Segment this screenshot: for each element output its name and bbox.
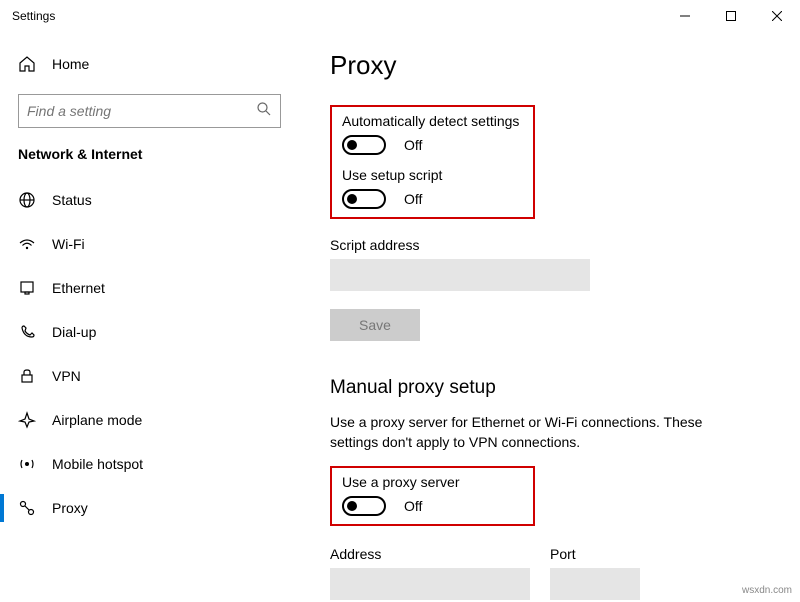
auto-detect-toggle[interactable]: [342, 135, 386, 155]
port-label: Port: [550, 546, 640, 562]
highlight-box-manual: Use a proxy server Off: [330, 466, 535, 526]
manual-section-desc: Use a proxy server for Ethernet or Wi-Fi…: [330, 413, 730, 452]
sidebar-item-label: Wi-Fi: [52, 236, 85, 252]
window-title: Settings: [12, 9, 55, 23]
script-address-label: Script address: [330, 237, 770, 253]
maximize-button[interactable]: [708, 0, 754, 32]
use-script-state: Off: [404, 191, 422, 207]
toggle-knob: [347, 140, 357, 150]
use-script-toggle[interactable]: [342, 189, 386, 209]
category-header: Network & Internet: [0, 146, 299, 178]
nav-list: Status Wi-Fi Ethernet Dial-up VPN Airpla…: [0, 178, 299, 530]
minimize-button[interactable]: [662, 0, 708, 32]
watermark: wsxdn.com: [742, 585, 792, 596]
home-label: Home: [52, 56, 89, 72]
content-pane: Proxy Automatically detect settings Off …: [300, 32, 800, 602]
sidebar-item-wifi[interactable]: Wi-Fi: [0, 222, 299, 266]
sidebar-item-label: Ethernet: [52, 280, 105, 296]
search-box[interactable]: [18, 94, 281, 128]
maximize-icon: [726, 11, 736, 21]
sidebar-item-label: Proxy: [52, 500, 88, 516]
sidebar-item-airplane[interactable]: Airplane mode: [0, 398, 299, 442]
home-button[interactable]: Home: [0, 44, 299, 84]
sidebar: Home Network & Internet Status Wi-Fi Eth…: [0, 32, 300, 602]
auto-detect-state: Off: [404, 137, 422, 153]
ethernet-icon: [18, 279, 36, 297]
highlight-box-auto: Automatically detect settings Off Use se…: [330, 105, 535, 219]
script-address-input[interactable]: [330, 259, 590, 291]
status-icon: [18, 191, 36, 209]
sidebar-item-label: Dial-up: [52, 324, 96, 340]
search-icon: [256, 101, 272, 122]
address-input[interactable]: [330, 568, 530, 600]
sidebar-item-ethernet[interactable]: Ethernet: [0, 266, 299, 310]
sidebar-item-label: VPN: [52, 368, 81, 384]
save-button[interactable]: Save: [330, 309, 420, 341]
use-proxy-toggle[interactable]: [342, 496, 386, 516]
toggle-knob: [347, 194, 357, 204]
address-label: Address: [330, 546, 530, 562]
dialup-icon: [18, 323, 36, 341]
use-script-label: Use setup script: [342, 167, 523, 183]
window-controls: [662, 0, 800, 32]
use-proxy-label: Use a proxy server: [342, 474, 523, 490]
sidebar-item-label: Status: [52, 192, 92, 208]
proxy-icon: [18, 499, 36, 517]
use-proxy-state: Off: [404, 498, 422, 514]
port-input[interactable]: [550, 568, 640, 600]
sidebar-item-hotspot[interactable]: Mobile hotspot: [0, 442, 299, 486]
airplane-icon: [18, 411, 36, 429]
auto-detect-label: Automatically detect settings: [342, 113, 523, 129]
search-input[interactable]: [27, 103, 256, 119]
close-icon: [772, 11, 782, 21]
hotspot-icon: [18, 455, 36, 473]
sidebar-item-vpn[interactable]: VPN: [0, 354, 299, 398]
sidebar-item-label: Airplane mode: [52, 412, 142, 428]
sidebar-item-status[interactable]: Status: [0, 178, 299, 222]
sidebar-item-proxy[interactable]: Proxy: [0, 486, 299, 530]
toggle-knob: [347, 501, 357, 511]
close-button[interactable]: [754, 0, 800, 32]
page-title: Proxy: [330, 50, 770, 81]
minimize-icon: [680, 11, 690, 21]
wifi-icon: [18, 235, 36, 253]
home-icon: [18, 55, 36, 73]
vpn-icon: [18, 367, 36, 385]
titlebar: Settings: [0, 0, 800, 32]
sidebar-item-label: Mobile hotspot: [52, 456, 143, 472]
manual-section-title: Manual proxy setup: [330, 377, 770, 399]
sidebar-item-dialup[interactable]: Dial-up: [0, 310, 299, 354]
